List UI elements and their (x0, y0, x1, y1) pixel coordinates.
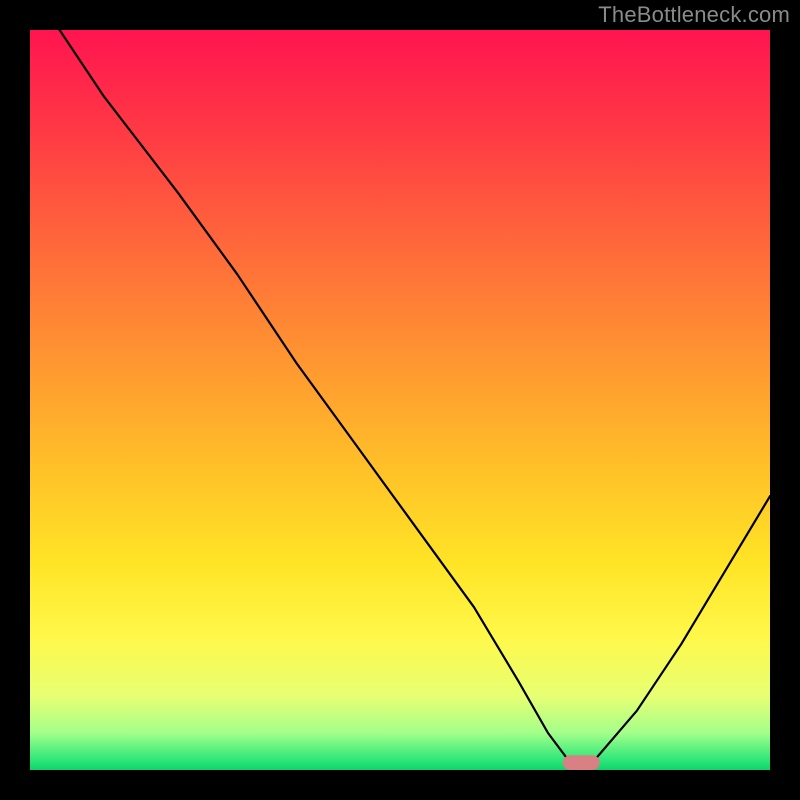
gradient-rect (30, 30, 770, 770)
watermark-text: TheBottleneck.com (598, 2, 790, 28)
chart-svg (30, 30, 770, 770)
optimal-marker (563, 755, 600, 770)
chart-frame: TheBottleneck.com (0, 0, 800, 800)
plot-area (30, 30, 770, 770)
